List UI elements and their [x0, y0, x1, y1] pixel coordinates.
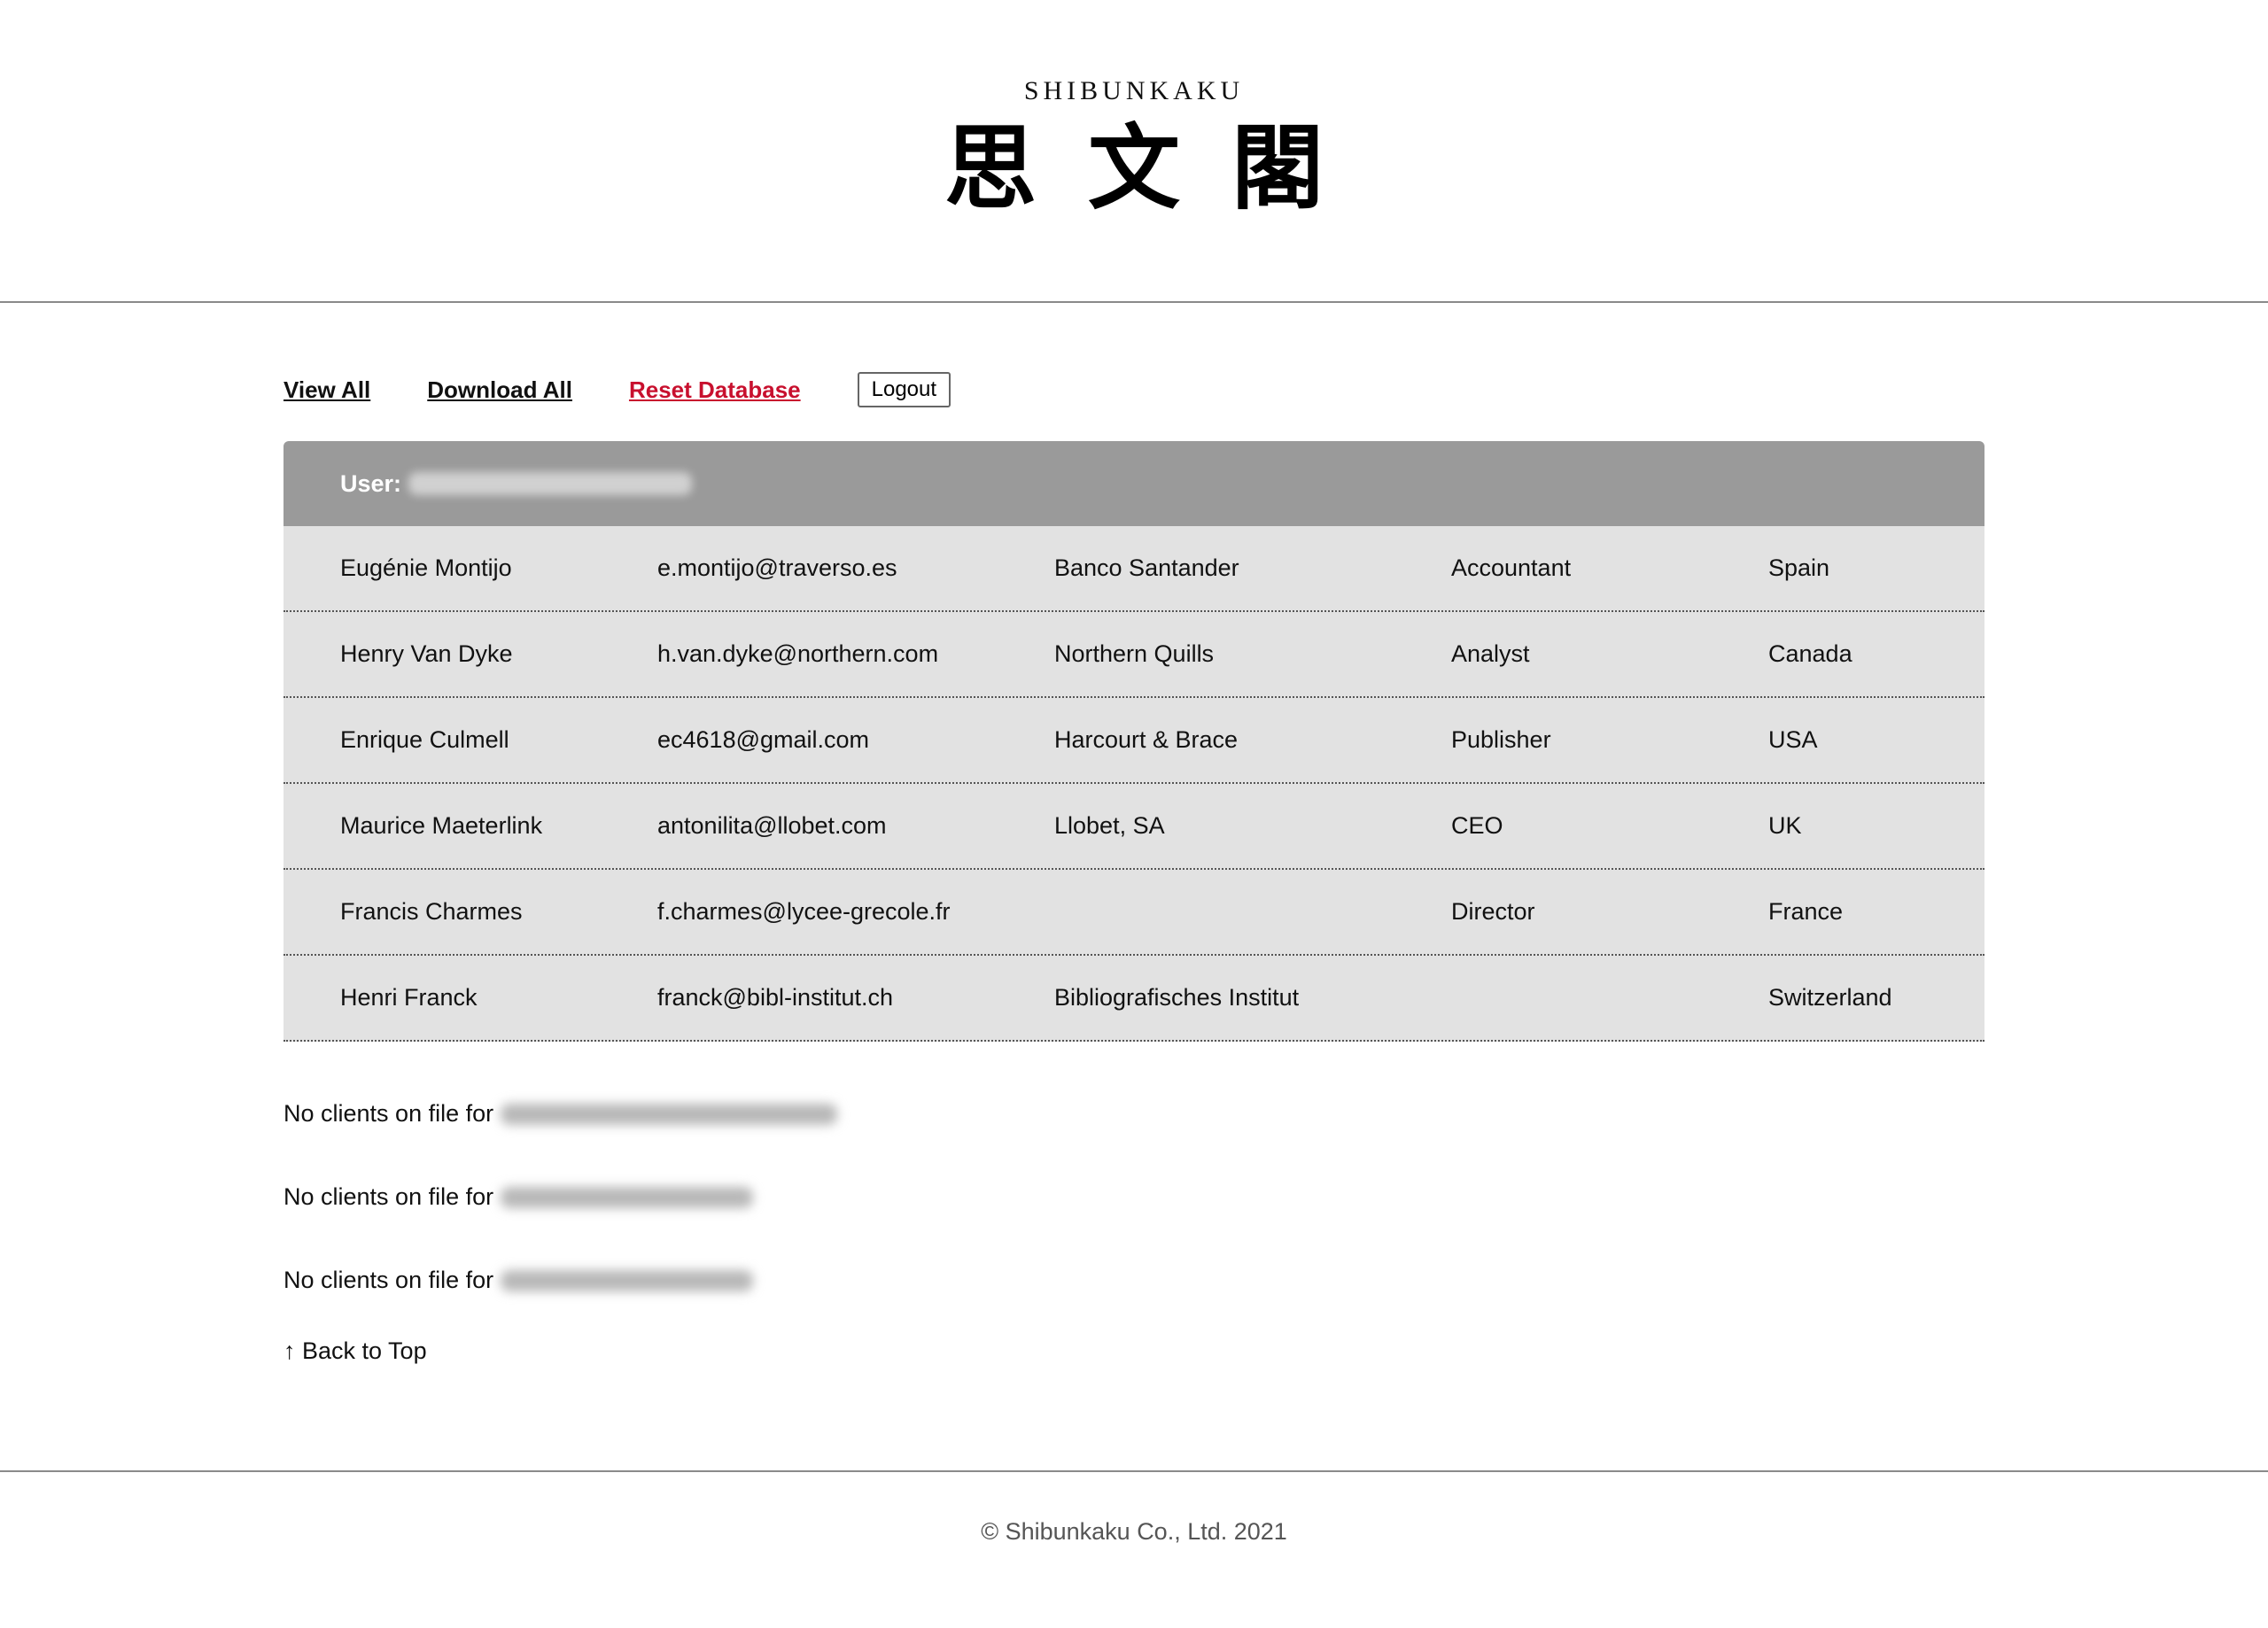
client-email: franck@bibl-institut.ch [657, 984, 894, 1011]
client-country: USA [1768, 726, 1818, 753]
reset-database-link[interactable]: Reset Database [629, 376, 801, 404]
client-email: ec4618@gmail.com [657, 726, 870, 753]
empty-notice-text: No clients on file for [284, 1100, 494, 1127]
copyright-text: © Shibunkaku Co., Ltd. 2021 [981, 1518, 1287, 1545]
client-country: France [1768, 898, 1844, 925]
site-footer: © Shibunkaku Co., Ltd. 2021 [0, 1470, 2268, 1628]
client-country: Switzerland [1768, 984, 1892, 1011]
client-list: Eugénie Montijo e.montijo@traverso.es Banc… [284, 526, 1984, 1042]
table-row: Henry Van Dyke h.van.dyke@northern.com Nor… [284, 612, 1984, 698]
table-row: Eugénie Montijo e.montijo@traverso.es Banc… [284, 526, 1984, 612]
redacted-email [501, 1103, 838, 1125]
table-row: Henri Franck franck@bibl-institut.ch Bibli… [284, 956, 1984, 1042]
brand-name-latin: SHIBUNKAKU [1023, 76, 1245, 105]
main-content: View All Download All Reset Database Log… [0, 303, 2268, 1470]
back-to-top-link[interactable]: ↑ Back to Top [284, 1337, 427, 1365]
client-company: Bibliografisches Institut [1054, 984, 1300, 1011]
user-label: User: [340, 469, 402, 497]
client-country: UK [1768, 812, 1802, 839]
empty-notice: No clients on file for [284, 1267, 754, 1294]
redacted-email [501, 1186, 754, 1208]
view-all-link[interactable]: View All [284, 376, 370, 404]
admin-toolbar: View All Download All Reset Database Log… [284, 372, 951, 407]
client-role: Analyst [1451, 640, 1530, 667]
table-row: Maurice Maeterlink antonilita@llobet.com L… [284, 784, 1984, 870]
empty-notice: No clients on file for [284, 1183, 754, 1211]
client-company: Northern Quills [1054, 640, 1215, 667]
client-role: Publisher [1451, 726, 1551, 753]
client-name: Henri Franck [340, 984, 478, 1011]
client-email: f.charmes@lycee-grecole.fr [657, 898, 951, 925]
client-name: Enrique Culmell [340, 726, 509, 753]
client-company: Banco Santander [1054, 554, 1239, 581]
brand-logo-kanji: 思文閣 [944, 113, 1375, 222]
client-role: CEO [1451, 812, 1503, 839]
client-name: Francis Charmes [340, 898, 523, 925]
client-country: Spain [1768, 554, 1830, 581]
site-header: SHIBUNKAKU 思文閣 [0, 0, 2268, 303]
client-name: Eugénie Montijo [340, 554, 512, 581]
user-email-redacted [408, 472, 693, 495]
client-email: antonilita@llobet.com [657, 812, 887, 839]
client-company: Harcourt & Brace [1054, 726, 1239, 753]
client-name: Henry Van Dyke [340, 640, 513, 667]
redacted-email [501, 1269, 754, 1291]
client-role: Accountant [1451, 554, 1572, 581]
empty-notice-text: No clients on file for [284, 1183, 494, 1210]
client-role: Director [1451, 898, 1535, 925]
client-email: e.montijo@traverso.es [657, 554, 897, 581]
client-name: Maurice Maeterlink [340, 812, 543, 839]
logout-button[interactable]: Logout [857, 372, 951, 407]
client-company: Llobet, SA [1054, 812, 1165, 839]
empty-notice-text: No clients on file for [284, 1267, 494, 1293]
empty-notice: No clients on file for [284, 1100, 838, 1128]
table-row: Francis Charmes f.charmes@lycee-grecole.f… [284, 870, 1984, 956]
table-row: Enrique Culmell ec4618@gmail.com Harcourt … [284, 698, 1984, 784]
client-email: h.van.dyke@northern.com [657, 640, 939, 667]
download-all-link[interactable]: Download All [427, 376, 572, 404]
user-panel-header: User: [284, 441, 1984, 526]
client-country: Canada [1768, 640, 1852, 667]
user-client-panel: User: Eugénie Montijo e.montijo@traverso.… [284, 441, 1984, 1042]
